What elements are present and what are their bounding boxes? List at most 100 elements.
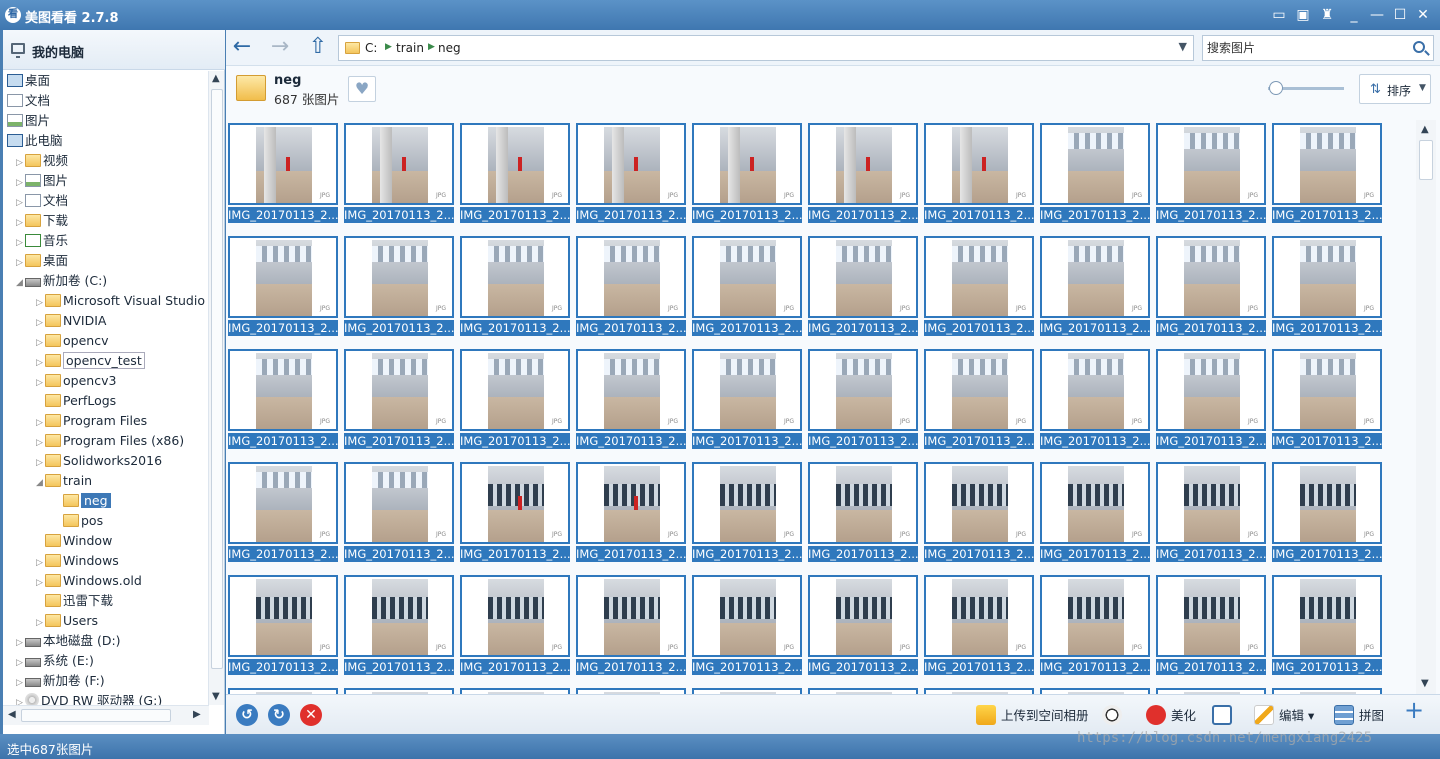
maximize-icon[interactable]: ☐ bbox=[1389, 5, 1411, 25]
tree-item[interactable]: ▷ Solidworks2016 bbox=[36, 451, 162, 471]
thumbnail-item[interactable]: JPG IMG_20170113_2... bbox=[1272, 462, 1382, 564]
thumbnail-item[interactable]: JPG IMG_20170113_2... bbox=[924, 349, 1034, 451]
sidebar-scroll-thumb[interactable] bbox=[211, 89, 223, 669]
thumbnail-item[interactable]: JPG IMG_20170113_2... bbox=[808, 123, 918, 225]
tree-item[interactable]: Window bbox=[36, 531, 112, 551]
tree-item[interactable]: ▷ 视频 bbox=[16, 151, 68, 171]
expand-toggle-icon[interactable]: ▷ bbox=[36, 353, 45, 373]
address-dropdown-icon[interactable]: ▼ bbox=[1179, 40, 1187, 53]
thumbnail-item[interactable]: JPG IMG_20170113_2... bbox=[924, 462, 1034, 564]
tree-item[interactable]: 迅雷下载 bbox=[36, 591, 113, 611]
expand-toggle-icon[interactable]: ▷ bbox=[16, 233, 25, 253]
thumbnail-item[interactable]: JPG IMG_20170113_2... bbox=[228, 349, 338, 451]
close-icon[interactable]: ✕ bbox=[1412, 5, 1434, 25]
my-computer-header[interactable]: 我的电脑 bbox=[3, 30, 225, 70]
expand-toggle-icon[interactable]: ▷ bbox=[36, 333, 45, 353]
tree-item[interactable]: ▷ 桌面 bbox=[16, 251, 68, 271]
thumbnail-item[interactable]: JPG IMG_20170113_2... bbox=[576, 123, 686, 225]
expand-toggle-icon[interactable]: ▷ bbox=[36, 413, 45, 433]
tree-item[interactable]: ◢ 新加卷 (C:) bbox=[16, 271, 107, 291]
expand-toggle-icon[interactable]: ◢ bbox=[36, 473, 45, 493]
grid-scroll-up-icon[interactable]: ▲ bbox=[1421, 124, 1429, 135]
slideshow-button[interactable] bbox=[1212, 705, 1237, 727]
thumbnail-item[interactable]: JPG IMG_20170113_2... bbox=[228, 462, 338, 564]
thumbnail-item[interactable]: JPG IMG_20170113_2... bbox=[344, 349, 454, 451]
skin-icon[interactable]: ♜ bbox=[1316, 5, 1338, 25]
tree-item[interactable]: ▷ 图片 bbox=[16, 171, 68, 191]
thumbnail-item[interactable]: JPG IMG_20170113_2... bbox=[1272, 236, 1382, 338]
tree-item[interactable]: ▷ Windows.old bbox=[36, 571, 142, 591]
thumbnail-item[interactable]: JPG IMG_20170113_2... bbox=[344, 236, 454, 338]
tree-item[interactable]: ▷ Windows bbox=[36, 551, 119, 571]
tree-item[interactable]: ▷ Program Files bbox=[36, 411, 147, 431]
thumbnail-item[interactable]: JPG IMG_20170113_2... bbox=[1156, 123, 1266, 225]
thumbnail-item[interactable]: JPG IMG_20170113_2... bbox=[344, 123, 454, 225]
thumbnail-item[interactable]: JPG IMG_20170113_2... bbox=[1040, 575, 1150, 677]
tree-item[interactable]: ▷ DVD RW 驱动器 (G:) bbox=[16, 691, 162, 705]
expand-toggle-icon[interactable]: ▷ bbox=[36, 613, 45, 633]
breadcrumb-train[interactable]: train bbox=[396, 41, 424, 55]
thumbnail-item[interactable]: JPG IMG_20170113_2... bbox=[692, 575, 802, 677]
tree-item[interactable]: ▷ 文档 bbox=[16, 191, 68, 211]
thumbnail-item[interactable]: JPG IMG_20170113_2... bbox=[924, 575, 1034, 677]
search-input[interactable] bbox=[1207, 40, 1407, 56]
thumbnail-item[interactable]: JPG IMG_20170113_2... bbox=[460, 236, 570, 338]
tree-item[interactable]: ▷ 新加卷 (F:) bbox=[16, 671, 105, 691]
tree-item[interactable]: ▷ Users bbox=[36, 611, 98, 631]
expand-toggle-icon[interactable]: ▷ bbox=[16, 213, 25, 233]
breadcrumb-drive[interactable]: C: bbox=[365, 41, 377, 55]
thumbnail-item[interactable]: JPG IMG_20170113_2... bbox=[460, 349, 570, 451]
expand-toggle-icon[interactable]: ▷ bbox=[36, 433, 45, 453]
tree-item[interactable]: 此电脑 bbox=[7, 131, 63, 151]
feedback-icon[interactable]: ▭ bbox=[1268, 5, 1290, 25]
edit-button[interactable]: 编辑 ▾ bbox=[1254, 705, 1314, 727]
thumbnail-item[interactable]: JPG IMG_20170113_2... bbox=[924, 123, 1034, 225]
breadcrumb-neg[interactable]: neg bbox=[438, 41, 461, 55]
thumbnail-item[interactable]: JPG IMG_20170113_2... bbox=[576, 349, 686, 451]
tree-item[interactable]: ▷ opencv bbox=[36, 331, 108, 351]
sidebar-vertical-scrollbar[interactable]: ▲ ▼ bbox=[208, 71, 224, 705]
grid-scroll-thumb[interactable] bbox=[1419, 140, 1433, 180]
thumbnail-item[interactable]: JPG IMG_20170113_2... bbox=[228, 236, 338, 338]
tree-item[interactable]: ▷ Microsoft Visual Studio 11. bbox=[36, 291, 209, 311]
expand-toggle-icon[interactable]: ▷ bbox=[16, 693, 25, 705]
scroll-up-icon[interactable]: ▲ bbox=[212, 73, 220, 84]
expand-toggle-icon[interactable]: ◢ bbox=[16, 273, 25, 293]
scroll-down-icon[interactable]: ▼ bbox=[212, 691, 220, 702]
tree-item[interactable]: ▷ NVIDIA bbox=[36, 311, 106, 331]
sidebar-horizontal-scrollbar[interactable]: ◀ ▶ bbox=[3, 705, 209, 725]
zoom-slider-handle[interactable] bbox=[1269, 81, 1283, 95]
rotate-right-icon[interactable]: ↻ bbox=[268, 704, 290, 726]
breadcrumb-separator-icon[interactable]: ▶ bbox=[385, 42, 392, 52]
expand-toggle-icon[interactable]: ▷ bbox=[16, 173, 25, 193]
menu-icon[interactable]: ▣ bbox=[1292, 5, 1314, 25]
thumbnail-item[interactable]: JPG IMG_20170113_2... bbox=[576, 462, 686, 564]
expand-toggle-icon[interactable]: ▷ bbox=[16, 633, 25, 653]
thumbnail-item[interactable]: JPG IMG_20170113_2... bbox=[808, 575, 918, 677]
scroll-left-icon[interactable]: ◀ bbox=[8, 709, 16, 720]
beautify-button[interactable]: 美化 bbox=[1146, 705, 1196, 727]
minimize-icon[interactable]: — bbox=[1366, 5, 1388, 25]
thumbnail-item[interactable]: JPG IMG_20170113_2... bbox=[1156, 349, 1266, 451]
thumbnail-item[interactable]: JPG IMG_20170113_2... bbox=[1156, 236, 1266, 338]
tree-item[interactable]: 图片 bbox=[7, 111, 50, 131]
tree-item[interactable]: PerfLogs bbox=[36, 391, 116, 411]
thumbnail-item[interactable]: JPG IMG_20170113_2... bbox=[692, 349, 802, 451]
expand-toggle-icon[interactable]: ▷ bbox=[16, 653, 25, 673]
thumbnail-item[interactable]: JPG IMG_20170113_2... bbox=[1156, 575, 1266, 677]
grid-scroll-down-icon[interactable]: ▼ bbox=[1421, 678, 1429, 689]
weibo-share-button[interactable] bbox=[1102, 705, 1127, 727]
search-icon[interactable] bbox=[1413, 41, 1425, 53]
thumbnail-item[interactable]: JPG IMG_20170113_2... bbox=[1040, 462, 1150, 564]
tree-item[interactable]: ▷ opencv_test bbox=[36, 351, 145, 371]
tree-item[interactable]: ▷ opencv3 bbox=[36, 371, 116, 391]
thumbnail-item[interactable]: JPG IMG_20170113_2... bbox=[808, 349, 918, 451]
expand-toggle-icon[interactable]: ▷ bbox=[16, 153, 25, 173]
thumbnail-item[interactable]: JPG IMG_20170113_2... bbox=[460, 123, 570, 225]
thumbnail-item[interactable]: JPG IMG_20170113_2... bbox=[1272, 349, 1382, 451]
thumbnail-item[interactable]: JPG IMG_20170113_2... bbox=[692, 236, 802, 338]
search-box[interactable] bbox=[1202, 35, 1434, 61]
thumbnail-item[interactable]: JPG IMG_20170113_2... bbox=[1040, 236, 1150, 338]
expand-toggle-icon[interactable]: ▷ bbox=[16, 673, 25, 693]
scroll-right-icon[interactable]: ▶ bbox=[193, 709, 201, 720]
